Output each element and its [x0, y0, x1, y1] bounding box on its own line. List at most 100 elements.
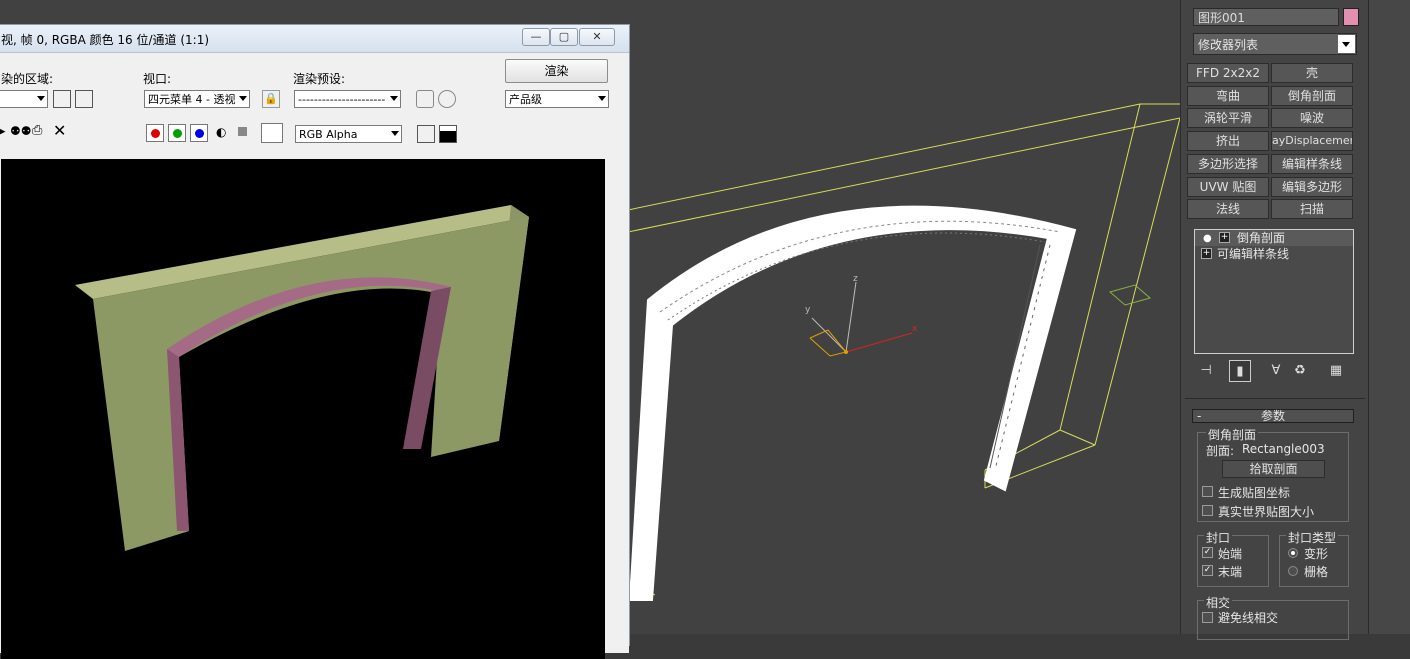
chevron-down-icon	[37, 96, 45, 101]
cap-morph-radio[interactable]	[1288, 548, 1298, 558]
stack-item-bevel-profile[interactable]: ● + 倒角剖面	[1195, 230, 1353, 246]
mod-extrude-button[interactable]: 挤出	[1187, 131, 1269, 151]
quality-dropdown[interactable]: 产品级	[505, 90, 609, 108]
viewport-label: 视口:	[143, 72, 172, 86]
cap-grid-radio[interactable]	[1288, 566, 1298, 576]
clone-icon[interactable]: ⚉⚉	[10, 124, 32, 138]
preset-value: ----------------------	[298, 93, 386, 106]
clear-icon[interactable]: ✕	[53, 121, 66, 140]
bevel-profile-group: 倒角剖面 剖面: Rectangle003 拾取剖面 生成贴图坐标 真实世界贴图…	[1197, 426, 1349, 522]
gen-map-coords-checkbox[interactable]	[1202, 486, 1213, 497]
area-dropdown[interactable]	[0, 90, 48, 108]
collapse-icon[interactable]: -	[1197, 410, 1201, 422]
maximize-button[interactable]: ▢	[550, 28, 578, 46]
auto-region-icon[interactable]	[75, 90, 93, 108]
command-panel: 图形001 修改器列表 FFD 2x2x2 壳 弯曲 倒角剖面 涡轮平滑 噪波 …	[1180, 0, 1369, 640]
mod-sweep-button[interactable]: 扫描	[1271, 199, 1353, 219]
channel-value: RGB Alpha	[299, 128, 358, 141]
lock-icon[interactable]: 🔒	[262, 90, 280, 108]
print-icon[interactable]: ⎙	[32, 123, 42, 138]
chevron-down-icon	[391, 131, 399, 136]
expand-icon[interactable]: +	[1219, 232, 1230, 243]
transform-gizmo[interactable]: x y z	[805, 274, 918, 357]
cap-end-label: 末端	[1218, 565, 1243, 579]
expand-icon[interactable]: +	[1201, 248, 1212, 259]
mod-edit-spline-button[interactable]: 编辑样条线	[1271, 154, 1353, 174]
green-channel-toggle[interactable]	[168, 124, 186, 142]
mod-poly-select-button[interactable]: 多边形选择	[1187, 154, 1269, 174]
group-title: 封口类型	[1286, 529, 1339, 546]
lightbulb-icon[interactable]: ●	[1203, 231, 1213, 244]
cap-group: 封口 ✓ 始端 ✓ 末端	[1197, 529, 1269, 587]
profile-label: 剖面:	[1206, 444, 1235, 458]
color-swatch[interactable]	[261, 123, 283, 143]
cap-morph-label: 变形	[1304, 547, 1329, 561]
remove-modifier-icon[interactable]: ♻	[1289, 360, 1311, 382]
preset-dropdown[interactable]: ----------------------	[294, 90, 401, 108]
red-channel-toggle[interactable]	[146, 124, 164, 142]
mod-shell-button[interactable]: 壳	[1271, 63, 1353, 83]
render-setup-icon[interactable]	[416, 90, 434, 108]
edit-region-icon[interactable]	[53, 90, 71, 108]
rollout-title: 参数	[1260, 409, 1285, 423]
toggle-ui-icon[interactable]	[417, 125, 435, 143]
stack-item-label: 倒角剖面	[1237, 231, 1286, 245]
params-rollout-header[interactable]: - 参数	[1192, 409, 1354, 423]
gen-map-coords-label: 生成贴图坐标	[1218, 486, 1291, 500]
mod-bevel-profile-button[interactable]: 倒角剖面	[1271, 86, 1353, 106]
alpha-toggle-icon[interactable]: ◐	[216, 125, 226, 139]
modifier-list-dropdown[interactable]: 修改器列表	[1193, 33, 1357, 55]
mod-uvw-map-button[interactable]: UVW 贴图	[1187, 177, 1269, 197]
render-frame-window[interactable]: 视, 帧 0, RGBA 颜色 16 位/通道 (1:1) — ▢ ✕ 染的区域…	[0, 24, 630, 659]
environment-icon[interactable]	[438, 90, 456, 108]
command-panel-scroll-strip[interactable]	[1368, 0, 1410, 634]
make-unique-icon[interactable]: ∀	[1265, 360, 1287, 382]
stack-item-label: 可编辑样条线	[1217, 247, 1290, 261]
mod-ffd-button[interactable]: FFD 2x2x2	[1187, 63, 1269, 83]
viewport-dropdown[interactable]: 四元菜单 4 - 透视	[144, 90, 250, 108]
intersect-group: 相交 避免线相交	[1197, 594, 1349, 640]
group-title: 倒角剖面	[1206, 426, 1259, 443]
chevron-down-icon	[598, 96, 606, 101]
cap-start-checkbox[interactable]: ✓	[1202, 547, 1213, 558]
display-mode-icon[interactable]	[439, 125, 457, 143]
modifier-stack[interactable]: ● + 倒角剖面 + 可编辑样条线	[1194, 229, 1354, 354]
save-image-icon[interactable]: ▸	[0, 124, 6, 139]
group-title: 封口	[1204, 529, 1233, 546]
stack-item-editable-spline[interactable]: + 可编辑样条线	[1195, 246, 1353, 262]
render-window-title: 视, 帧 0, RGBA 颜色 16 位/通道 (1:1)	[1, 33, 210, 47]
cap-grid-label: 栅格	[1304, 565, 1329, 579]
mod-turbosmooth-button[interactable]: 涡轮平滑	[1187, 108, 1269, 128]
mod-normal-button[interactable]: 法线	[1187, 199, 1269, 219]
configure-sets-icon[interactable]: ▦	[1325, 360, 1347, 382]
blue-channel-toggle[interactable]	[190, 124, 208, 142]
mod-edit-poly-button[interactable]: 编辑多边形	[1271, 177, 1353, 197]
avoid-intersect-label: 避免线相交	[1218, 611, 1279, 625]
render-button[interactable]: 渲染	[505, 59, 608, 83]
pick-profile-button[interactable]: 拾取剖面	[1222, 460, 1325, 478]
show-end-result-icon[interactable]: ▮	[1229, 360, 1251, 382]
avoid-intersect-checkbox[interactable]	[1202, 612, 1213, 623]
cap-end-checkbox[interactable]: ✓	[1202, 565, 1213, 576]
chevron-down-icon	[390, 96, 398, 101]
real-world-map-checkbox[interactable]	[1202, 505, 1213, 516]
channel-dropdown[interactable]: RGB Alpha	[295, 125, 402, 143]
close-button[interactable]: ✕	[579, 28, 615, 46]
arch-mesh[interactable]	[628, 205, 1077, 601]
cap-type-group: 封口类型 变形 栅格	[1279, 529, 1349, 587]
render-output-canvas[interactable]	[1, 159, 605, 659]
object-name-field[interactable]: 图形001	[1193, 8, 1339, 26]
pin-stack-icon[interactable]: ⊣	[1195, 360, 1217, 382]
render-window-titlebar[interactable]: 视, 帧 0, RGBA 颜色 16 位/通道 (1:1) — ▢ ✕	[0, 25, 629, 53]
mod-bend-button[interactable]: 弯曲	[1187, 86, 1269, 106]
render-window-body: 染的区域: 视口: 渲染预设: 渲染 四元菜单 4 - 透视 🔒 -------…	[0, 53, 629, 659]
mod-noise-button[interactable]: 噪波	[1271, 108, 1353, 128]
divider	[1185, 398, 1365, 399]
monochrome-icon[interactable]	[238, 127, 247, 136]
minimize-button[interactable]: —	[522, 28, 550, 46]
axis-z-label: z	[853, 274, 858, 284]
cap-start-label: 始端	[1218, 547, 1243, 561]
mod-displacement-button[interactable]: ayDisplacementM	[1271, 131, 1353, 151]
object-color-swatch[interactable]	[1343, 8, 1359, 26]
preset-label: 渲染预设:	[293, 72, 346, 86]
